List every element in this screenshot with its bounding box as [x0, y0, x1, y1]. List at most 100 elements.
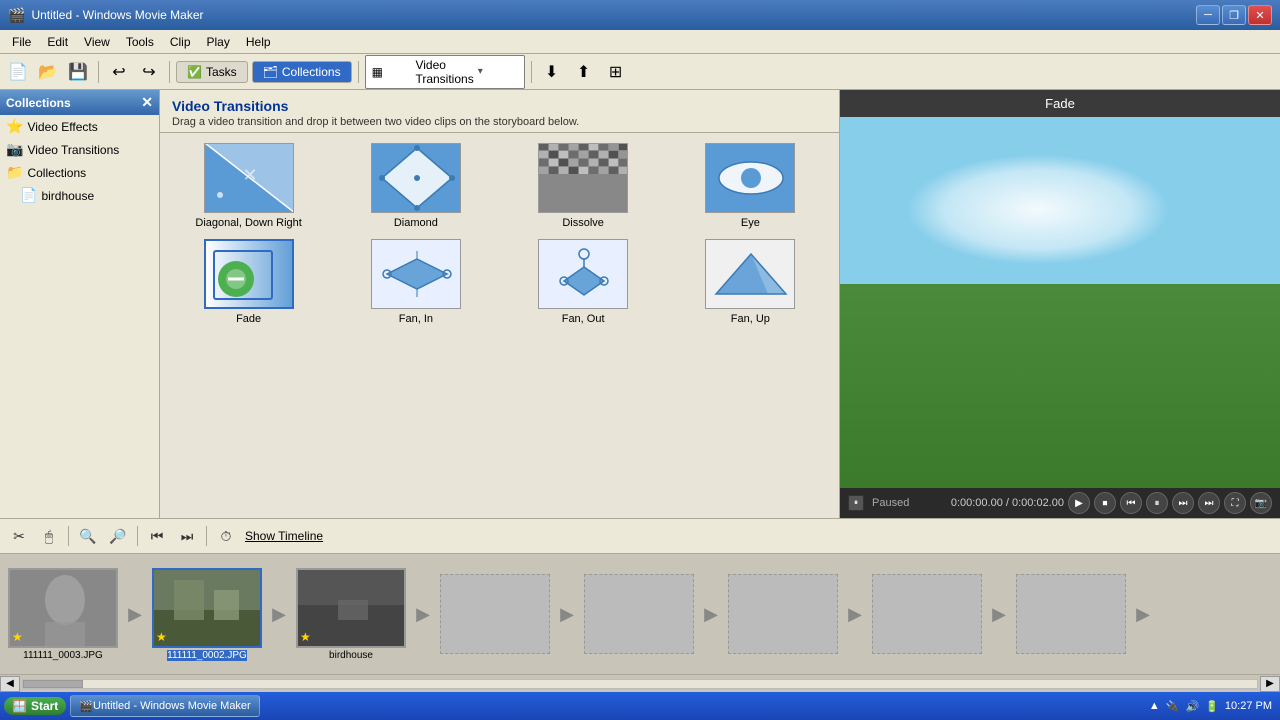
tasks-tab[interactable]: ✅ Tasks	[176, 61, 248, 83]
storyboard-clip-tool[interactable]: ✂	[8, 525, 30, 547]
taskbar-label: Untitled - Windows Movie Maker	[93, 700, 251, 712]
video-transitions-icon: 📷	[6, 141, 23, 158]
empty-slot-2	[584, 574, 694, 654]
new-button[interactable]: 📄	[4, 59, 32, 85]
open-button[interactable]: 📂	[34, 59, 62, 85]
horizontal-scrollbar[interactable]: ◀ ▶	[0, 674, 1280, 692]
category-dropdown[interactable]: ▦ Video Transitions ▾	[365, 55, 525, 89]
fullscreen-button[interactable]: ⛶	[1224, 492, 1246, 514]
left-panel-close-button[interactable]: ✕	[141, 94, 153, 111]
menu-play[interactable]: Play	[199, 33, 238, 51]
zoom-out-button[interactable]: 🔍	[77, 525, 99, 547]
tray-up-icon: ▲	[1149, 700, 1160, 712]
transition-fan-out[interactable]: Fan, Out	[505, 239, 662, 325]
video-effects-icon: ⭐	[6, 118, 23, 135]
sidebar-item-video-transitions[interactable]: 📷 Video Transitions	[0, 138, 159, 161]
storyboard-area: ★ 111111_0003.JPG ▶ ★ 111111_0002.JPG	[0, 554, 1280, 674]
toolbar-sep-1	[98, 61, 99, 83]
transition-label-diamond: Diamond	[394, 217, 438, 229]
preview-status: Paused	[872, 497, 909, 509]
next-frame-button[interactable]: ⏭	[1172, 492, 1194, 514]
transition-arrow-5: ▶	[696, 574, 726, 654]
menu-edit[interactable]: Edit	[39, 33, 76, 51]
start-button[interactable]: 🪟 Start	[4, 697, 66, 715]
taskbar-moviemaker[interactable]: 🎬 Untitled - Windows Movie Maker	[70, 695, 259, 717]
transition-arrow-8: ▶	[1128, 574, 1158, 654]
preview-screen	[840, 117, 1280, 488]
menu-view[interactable]: View	[76, 33, 118, 51]
taskbar-clock: 10:27 PM	[1225, 700, 1272, 712]
next-clip-button[interactable]: ⏭	[176, 525, 198, 547]
scroll-thumb[interactable]	[23, 680, 83, 688]
transition-thumb-diamond	[371, 143, 461, 213]
dropdown-arrow-icon: ▾	[478, 66, 518, 77]
preview-image	[840, 117, 1280, 488]
transition-fan-up[interactable]: Fan, Up	[672, 239, 829, 325]
toolbar-sep-3	[358, 61, 359, 83]
scroll-right-button[interactable]: ▶	[1260, 676, 1280, 692]
prev-clip-button[interactable]: ⏮	[146, 525, 168, 547]
transition-diamond[interactable]: Diamond	[337, 143, 494, 229]
sidebar-item-collections[interactable]: 📁 Collections	[0, 161, 159, 184]
clip-thumb-2: ★	[152, 568, 262, 648]
transition-fade[interactable]: Fade	[170, 239, 327, 325]
center-panel: Video Transitions Drag a video transitio…	[160, 90, 840, 518]
collections-tab[interactable]: 🗂 Collections	[252, 61, 352, 83]
toolbar-sep-2	[169, 61, 170, 83]
transition-label-fan-up: Fan, Up	[731, 313, 770, 325]
clip-star-2: ★	[156, 630, 167, 644]
close-button[interactable]: ✕	[1248, 5, 1272, 25]
transition-label-fade: Fade	[236, 313, 261, 325]
preview-pause-icon: ⏸	[848, 495, 864, 511]
play-button[interactable]: ▶	[1068, 492, 1090, 514]
storyboard-select-tool[interactable]: 🖱	[38, 525, 60, 547]
scroll-left-button[interactable]: ◀	[0, 676, 20, 692]
prev-frame-button[interactable]: ⏮	[1120, 492, 1142, 514]
transition-diagonal-down-right[interactable]: ✕ Diagonal, Down Right	[170, 143, 327, 229]
pause-button[interactable]: ⏸	[1146, 492, 1168, 514]
maximize-button[interactable]: ❐	[1222, 5, 1246, 25]
birdhouse-icon: 📄	[20, 187, 37, 204]
minimize-button[interactable]: ─	[1196, 5, 1220, 25]
transition-dissolve[interactable]: Dissolve	[505, 143, 662, 229]
sidebar-item-video-effects[interactable]: ⭐ Video Effects	[0, 115, 159, 138]
transition-label-diagonal: Diagonal, Down Right	[195, 217, 301, 229]
menu-clip[interactable]: Clip	[162, 33, 199, 51]
sidebar-item-birdhouse[interactable]: 📄 birdhouse	[0, 184, 159, 207]
save-button[interactable]: 💾	[64, 59, 92, 85]
timeline-icon: ⏱	[215, 525, 237, 547]
svg-text:✕: ✕	[242, 165, 257, 185]
collections-icon: 🗂	[263, 65, 278, 79]
transition-thumb-dissolve	[538, 143, 628, 213]
preview-panel: Fade ⏸ Paused 0:00:00.00 / 0:00:02.00 ▶ …	[840, 90, 1280, 518]
title-bar: 🎬 Untitled - Windows Movie Maker ─ ❐ ✕	[0, 0, 1280, 30]
sidebar-item-label: Collections	[27, 166, 86, 180]
transition-thumb-fan-up	[705, 239, 795, 309]
end-button[interactable]: ⏭	[1198, 492, 1220, 514]
transition-fan-in[interactable]: Fan, In	[337, 239, 494, 325]
stop-button[interactable]: ⏹	[1094, 492, 1116, 514]
zoom-in-button[interactable]: 🔎	[107, 525, 129, 547]
transitions-grid: ✕ Diagonal, Down Right	[160, 133, 839, 518]
empty-slot-1	[440, 574, 550, 654]
undo-button[interactable]: ↩	[105, 59, 133, 85]
empty-slot-3	[728, 574, 838, 654]
show-timeline-button[interactable]: Show Timeline	[245, 529, 323, 543]
storyboard-clip-2[interactable]: ★ 111111_0002.JPG	[152, 568, 262, 661]
menu-help[interactable]: Help	[238, 33, 279, 51]
snapshot-button[interactable]: 📷	[1250, 492, 1272, 514]
collections-label: Collections	[282, 65, 341, 79]
grid-button[interactable]: ⊞	[602, 59, 630, 85]
storyboard-clip-3[interactable]: ★ birdhouse	[296, 568, 406, 661]
tray-battery-icon: 🔋	[1205, 700, 1219, 713]
preview-clouds	[906, 154, 1170, 265]
transition-eye[interactable]: Eye	[672, 143, 829, 229]
redo-button[interactable]: ↪	[135, 59, 163, 85]
content-area: Collections ✕ ⭐ Video Effects 📷 Video Tr…	[0, 90, 1280, 518]
export-button[interactable]: ⬆	[570, 59, 598, 85]
import-button[interactable]: ⬇	[538, 59, 566, 85]
storyboard-clip-1[interactable]: ★ 111111_0003.JPG	[8, 568, 118, 661]
menu-file[interactable]: File	[4, 33, 39, 51]
storyboard-sep-3	[206, 526, 207, 546]
menu-tools[interactable]: Tools	[118, 33, 162, 51]
